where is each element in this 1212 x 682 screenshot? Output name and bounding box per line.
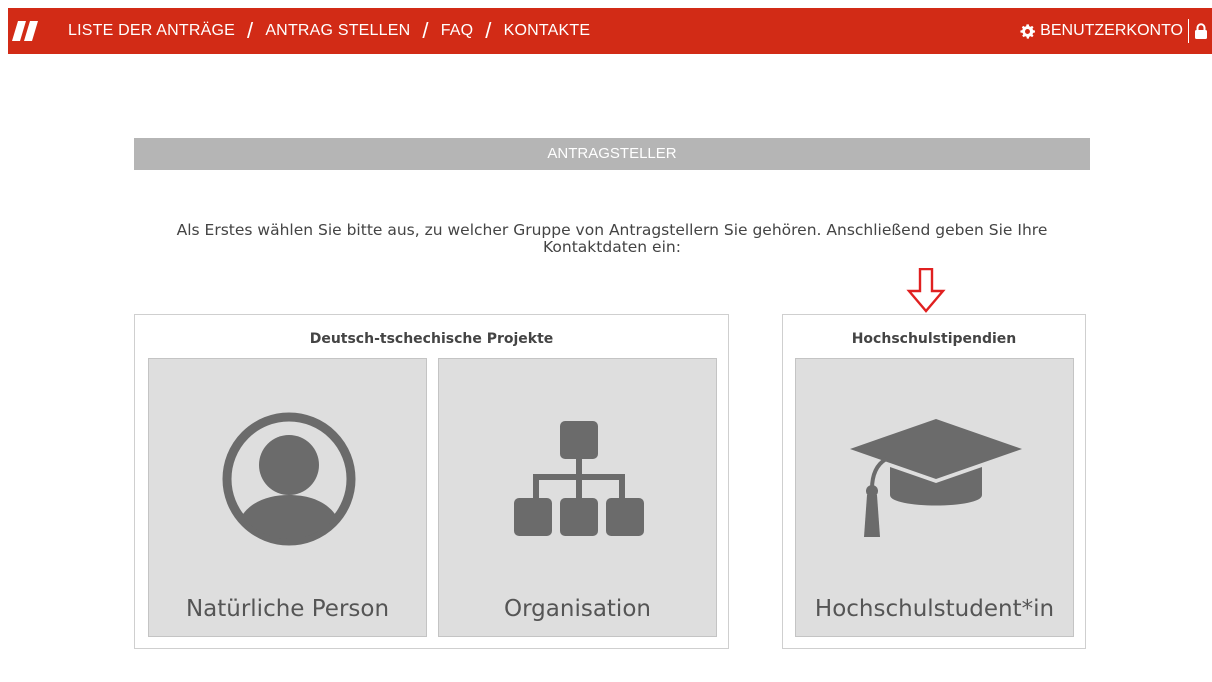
account-divider — [1188, 19, 1189, 43]
gear-icon[interactable] — [1019, 23, 1036, 40]
lock-icon[interactable] — [1194, 23, 1208, 39]
group-deutsch-tschechische-projekte: Deutsch-tschechische Projekte Natürliche… — [134, 314, 729, 649]
top-navigation-bar: LISTE DER ANTRÄGE / ANTRAG STELLEN / FAQ… — [8, 8, 1212, 54]
section-header: ANTRAGSTELLER — [134, 138, 1090, 170]
nav-item-faq[interactable]: FAQ — [441, 22, 474, 40]
org-chart-icon — [514, 421, 644, 536]
graduation-cap-icon — [850, 419, 1022, 537]
group-title: Hochschulstipendien — [851, 331, 1017, 347]
tile-organisation[interactable]: Organisation — [438, 358, 717, 637]
account-area: BENUTZERKONTO — [1019, 8, 1208, 54]
nav-separator: / — [247, 18, 254, 43]
person-icon — [222, 412, 356, 546]
tile-label: Natürliche Person — [185, 596, 390, 622]
nav-item-antraege-liste[interactable]: LISTE DER ANTRÄGE — [68, 22, 235, 40]
group-title: Deutsch-tschechische Projekte — [309, 331, 554, 347]
group-hochschulstipendien: Hochschulstipendien Hochschulstudent*in — [782, 314, 1086, 649]
nav-item-kontakte[interactable]: KONTAKTE — [504, 22, 591, 40]
tile-natuerliche-person[interactable]: Natürliche Person — [148, 358, 427, 637]
logo-icon[interactable] — [12, 21, 40, 41]
tile-label: Hochschulstudent*in — [814, 596, 1055, 622]
tile-label: Organisation — [504, 596, 651, 622]
nav-separator: / — [485, 18, 492, 43]
nav-item-antrag-stellen[interactable]: ANTRAG STELLEN — [265, 22, 410, 40]
intro-text: Als Erstes wählen Sie bitte aus, zu welc… — [176, 221, 1048, 256]
nav-separator: / — [422, 18, 429, 43]
main-nav: LISTE DER ANTRÄGE / ANTRAG STELLEN / FAQ… — [68, 8, 590, 54]
tile-hochschulstudent[interactable]: Hochschulstudent*in — [795, 358, 1074, 637]
down-arrow-icon — [906, 268, 946, 313]
account-link[interactable]: BENUTZERKONTO — [1040, 22, 1183, 40]
